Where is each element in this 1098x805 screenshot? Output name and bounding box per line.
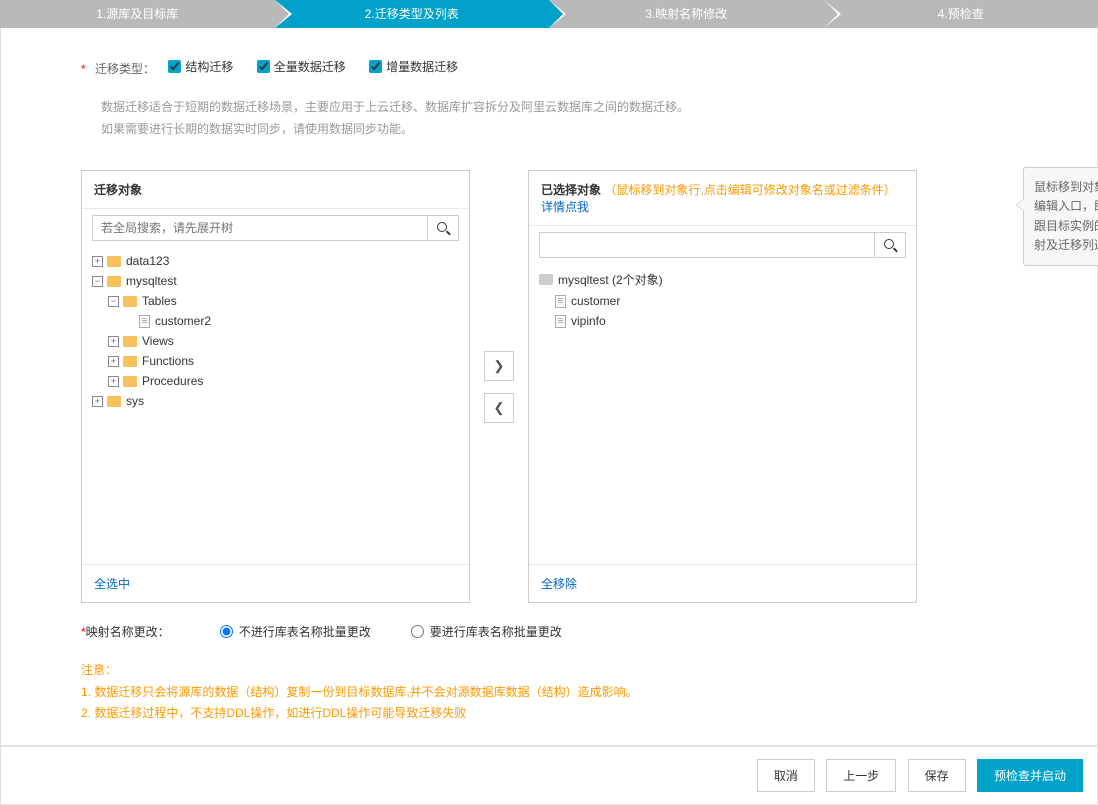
search-icon xyxy=(884,239,897,252)
required-mark: * xyxy=(81,62,86,76)
notice-line2: 2. 数据迁移过程中，不支持DDL操作，如进行DDL操作可能导致迁移失败 xyxy=(81,703,1017,725)
expand-icon[interactable]: + xyxy=(108,336,119,347)
detail-link[interactable]: 详情点我 xyxy=(541,200,589,214)
cb-incremental-input[interactable] xyxy=(369,60,382,73)
step-2[interactable]: 2.迁移类型及列表 xyxy=(275,0,550,28)
target-search-button[interactable] xyxy=(874,232,906,258)
folder-icon xyxy=(123,376,137,387)
expand-icon[interactable]: + xyxy=(108,376,119,387)
target-panel-hint: （鼠标移到对象行,点击编辑可修改对象名或过滤条件） xyxy=(604,183,895,197)
tree-node-views[interactable]: +Views xyxy=(92,331,459,351)
prev-button[interactable]: 上一步 xyxy=(826,759,896,792)
target-panel-header: 已选择对象 （鼠标移到对象行,点击编辑可修改对象名或过滤条件） 详情点我 xyxy=(529,171,916,226)
collapse-icon[interactable]: − xyxy=(92,276,103,287)
expand-icon[interactable]: + xyxy=(92,396,103,407)
cancel-button[interactable]: 取消 xyxy=(757,759,815,792)
precheck-button[interactable]: 预检查并启动 xyxy=(977,759,1083,792)
add-button[interactable]: ❯ xyxy=(484,351,514,381)
folder-icon xyxy=(123,296,137,307)
source-panel-header: 迁移对象 xyxy=(82,171,469,209)
tree-node-selected-db[interactable]: mysqltest (2个对象) xyxy=(539,268,906,291)
folder-icon xyxy=(539,274,553,285)
expand-icon[interactable]: + xyxy=(92,256,103,267)
cb-structure[interactable]: 结构迁移 xyxy=(168,58,233,75)
target-search-row xyxy=(529,226,916,264)
collapse-icon[interactable]: − xyxy=(108,296,119,307)
tree-node-procedures[interactable]: +Procedures xyxy=(92,371,459,391)
tree-node-data123[interactable]: +data123 xyxy=(92,251,459,271)
radio-do-rename-input[interactable] xyxy=(411,625,424,638)
select-all-link[interactable]: 全选中 xyxy=(94,577,130,591)
source-search-button[interactable] xyxy=(427,215,459,241)
help-tooltip: 鼠标移到对象上，点击编辑入口，即可配置源跟目标实例的对象名映射及迁移列选择 xyxy=(1023,167,1098,266)
step-4[interactable]: 4.预检查 xyxy=(824,0,1098,28)
save-button[interactable]: 保存 xyxy=(908,759,966,792)
tree-node-sys[interactable]: +sys xyxy=(92,391,459,411)
target-panel: 已选择对象 （鼠标移到对象行,点击编辑可修改对象名或过滤条件） 详情点我 mys… xyxy=(528,170,917,603)
notice-block: 注意： 1. 数据迁移只会将源库的数据（结构）复制一份到目标数据库,并不会对源数… xyxy=(81,660,1017,725)
tree-node-tables[interactable]: −Tables xyxy=(92,291,459,311)
table-icon xyxy=(555,295,566,308)
remove-all-link[interactable]: 全移除 xyxy=(541,577,577,591)
folder-icon xyxy=(123,356,137,367)
radio-no-rename-input[interactable] xyxy=(220,625,233,638)
rename-row: * 映射名称更改： 不进行库表名称批量更改 要进行库表名称批量更改 xyxy=(81,623,1017,640)
target-search-input[interactable] xyxy=(539,232,874,258)
radio-do-rename[interactable]: 要进行库表名称批量更改 xyxy=(411,623,562,640)
tree-node-mysqltest[interactable]: −mysqltest xyxy=(92,271,459,291)
source-search-input[interactable] xyxy=(92,215,427,241)
step-3[interactable]: 3.映射名称修改 xyxy=(549,0,824,28)
target-panel-title: 已选择对象 xyxy=(541,183,601,197)
target-tree: mysqltest (2个对象) customer vipinfo xyxy=(529,264,916,564)
transfer-buttons: ❯ ❮ xyxy=(484,170,514,603)
description-text: 数据迁移适合于短期的数据迁移场景，主要应用于上云迁移、数据库扩容拆分及阿里云数据… xyxy=(101,97,1017,140)
folder-icon xyxy=(107,256,121,267)
source-panel-footer: 全选中 xyxy=(82,564,469,602)
migration-type-label: 迁移类型： xyxy=(95,62,155,76)
source-tree: +data123 −mysqltest −Tables customer2 +V… xyxy=(82,247,469,564)
migration-type-row: * 迁移类型： 结构迁移 全量数据迁移 增量数据迁移 xyxy=(81,58,1017,77)
folder-icon xyxy=(107,396,121,407)
expand-icon[interactable]: + xyxy=(108,356,119,367)
tree-node-selected-vipinfo[interactable]: vipinfo xyxy=(539,311,906,331)
table-icon xyxy=(139,315,150,328)
wizard-steps: 1.源库及目标库 2.迁移类型及列表 3.映射名称修改 4.预检查 xyxy=(0,0,1098,28)
source-search-row xyxy=(82,209,469,247)
tree-node-customer2[interactable]: customer2 xyxy=(92,311,459,331)
table-icon xyxy=(555,315,566,328)
search-icon xyxy=(437,222,450,235)
tree-node-functions[interactable]: +Functions xyxy=(92,351,459,371)
tree-node-selected-customer[interactable]: customer xyxy=(539,291,906,311)
folder-icon xyxy=(107,276,121,287)
folder-icon xyxy=(123,336,137,347)
remove-button[interactable]: ❮ xyxy=(484,393,514,423)
target-panel-footer: 全移除 xyxy=(529,564,916,602)
notice-title: 注意： xyxy=(81,660,1017,682)
footer-actions: 取消 上一步 保存 预检查并启动 xyxy=(0,746,1098,805)
cb-full[interactable]: 全量数据迁移 xyxy=(257,58,346,75)
cb-structure-input[interactable] xyxy=(168,60,181,73)
notice-line1: 1. 数据迁移只会将源库的数据（结构）复制一份到目标数据库,并不会对源数据库数据… xyxy=(81,682,1017,704)
step-1[interactable]: 1.源库及目标库 xyxy=(0,0,275,28)
cb-incremental[interactable]: 增量数据迁移 xyxy=(369,58,458,75)
main-content: * 迁移类型： 结构迁移 全量数据迁移 增量数据迁移 数据迁移适合于短期的数据迁… xyxy=(0,28,1098,746)
rename-label: 映射名称更改： xyxy=(86,623,170,640)
cb-full-input[interactable] xyxy=(257,60,270,73)
source-panel: 迁移对象 +data123 −mysqltest −Tables custome… xyxy=(81,170,470,603)
transfer-container: 迁移对象 +data123 −mysqltest −Tables custome… xyxy=(81,170,1017,603)
radio-no-rename[interactable]: 不进行库表名称批量更改 xyxy=(220,623,371,640)
